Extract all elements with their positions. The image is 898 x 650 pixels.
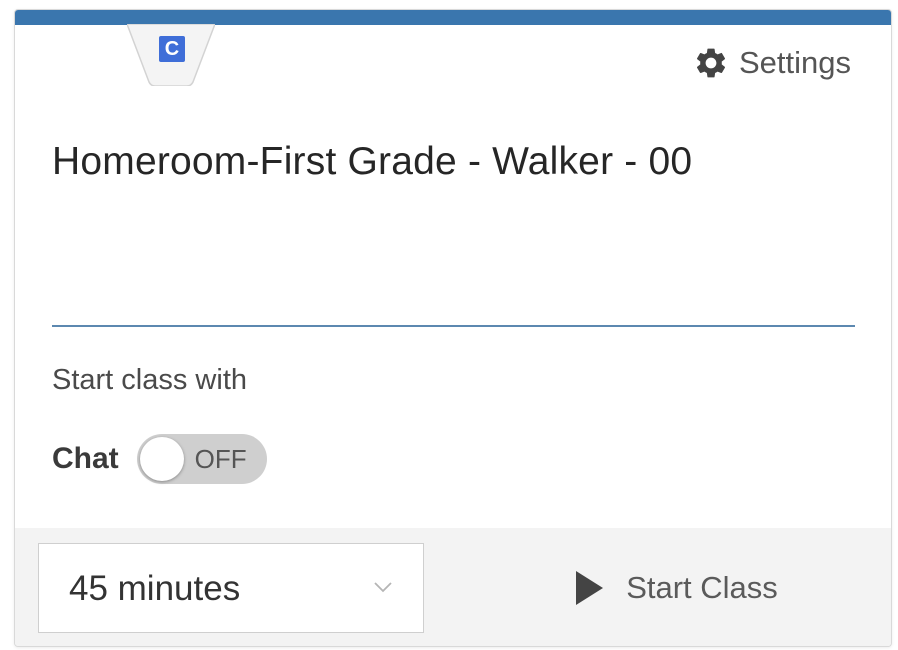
toggle-state-label: OFF [194, 444, 247, 474]
gear-icon [696, 48, 725, 78]
chevron-down-icon [374, 582, 392, 593]
duration-value: 45 minutes [69, 569, 241, 608]
duration-select[interactable]: 45 minutes [38, 543, 424, 633]
class-title: Homeroom-First Grade - Walker - 00 [52, 140, 693, 183]
start-with-label: Start class with [52, 364, 247, 396]
settings-label: Settings [738, 45, 851, 80]
toggle-knob [139, 437, 184, 481]
card-accent-bar [15, 10, 891, 25]
chat-label: Chat [52, 442, 119, 475]
play-icon [576, 571, 604, 605]
class-badge: C [127, 24, 215, 86]
badge-letter: C [159, 36, 185, 62]
class-card: C Settings Homeroom-First Grade - Walker… [14, 9, 892, 647]
chat-toggle[interactable]: OFF [136, 434, 267, 484]
start-class-label: Start Class [626, 570, 778, 605]
start-class-button[interactable]: Start Class [461, 530, 891, 646]
title-divider [52, 325, 855, 327]
settings-button[interactable]: Settings [693, 45, 851, 81]
chat-option-row: Chat OFF [52, 434, 267, 484]
